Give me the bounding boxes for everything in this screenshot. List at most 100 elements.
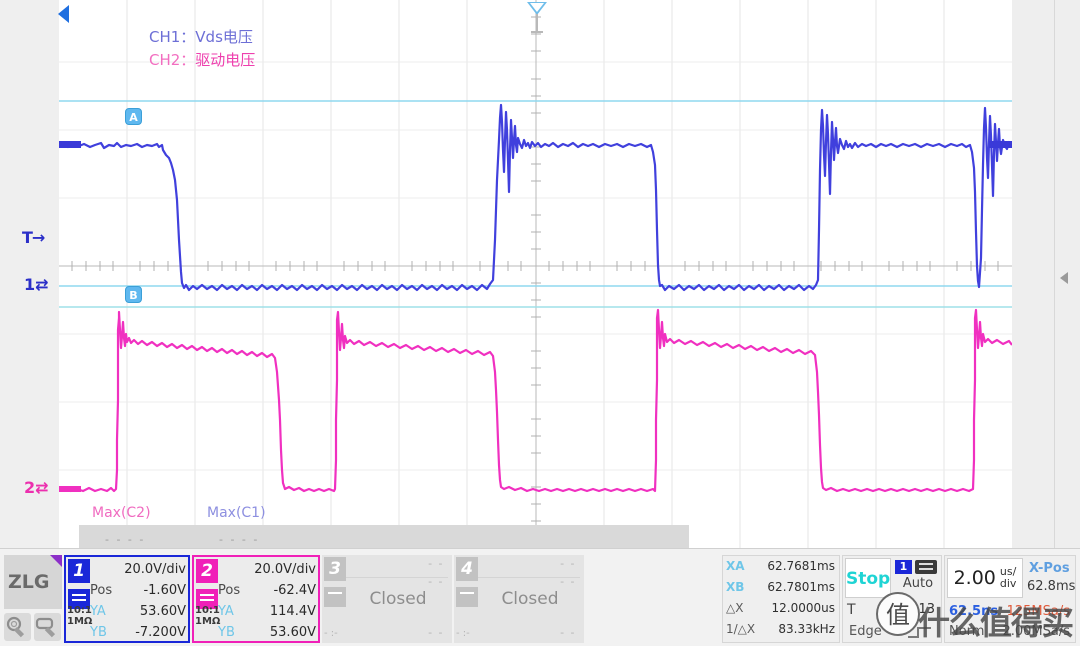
- channel-3-dash-2: - -: [428, 575, 444, 588]
- legend-ch1-prefix: CH1：: [149, 28, 196, 46]
- measurement-strip: Max(C2) Max(C1) - - - - - - - -: [59, 503, 1012, 548]
- channel-1-probe-info: 10:1 1MΩ: [67, 605, 93, 627]
- gutter-divider: [1054, 0, 1055, 548]
- channel-3-dash-1: - -: [428, 557, 444, 570]
- channel-3-dash-4: - -: [428, 626, 444, 639]
- channel-3-number[interactable]: 3: [324, 557, 346, 581]
- cursor-x-panel[interactable]: XA 62.7681ms XB 62.7801ms △X 12.0000us 1/△X…: [722, 555, 840, 643]
- trigger-level-key: T: [847, 602, 856, 618]
- channel-4-coupling-icon[interactable]: [456, 587, 478, 607]
- cursor-b-badge[interactable]: B: [125, 286, 142, 303]
- channel-2-scale: 20.0V/div: [254, 562, 316, 577]
- channel-1-probe-ratio: 10:1: [67, 605, 92, 616]
- legend-ch1-name: Vds电压: [195, 28, 253, 46]
- ch1-trace: [59, 103, 1012, 292]
- channel-2-probe-ratio: 10:1: [195, 605, 220, 616]
- left-triangle-icon[interactable]: [58, 5, 69, 23]
- channel-1-ya-value: 53.60V: [139, 604, 186, 619]
- trigger-panel[interactable]: Stop 1 Auto T 13 Edge: [842, 555, 942, 643]
- channel-2-yb-key: YB: [218, 625, 235, 640]
- channel-1-pos-key: Pos: [90, 583, 113, 598]
- trigger-position-stem: [536, 14, 538, 32]
- channel-1-number[interactable]: 1: [68, 559, 90, 583]
- channel-4-status: Closed: [501, 589, 559, 609]
- channel-1-ya-key: YA: [90, 604, 106, 619]
- zoom-probe-icon[interactable]: [4, 613, 31, 641]
- channel-2-panel[interactable]: 2 10:1 1MΩ 20.0V/div Pos -62.4V YA 114.4V …: [192, 555, 320, 643]
- status-bar: ZLG 1 10:1 1MΩ 20.0V/div Pos -1.60V YA 5…: [0, 548, 1080, 646]
- channel-1-impedance: 1MΩ: [67, 615, 93, 627]
- channel-4-panel[interactable]: 4 - - - - Closed - :- - -: [454, 555, 584, 643]
- rising-edge-icon[interactable]: [907, 624, 933, 638]
- channel-2-number[interactable]: 2: [196, 559, 218, 583]
- collapse-left-arrow-icon[interactable]: [1060, 272, 1068, 284]
- legend-ch2: CH2：驱动电压: [149, 49, 255, 72]
- measurement-values-box: [79, 525, 689, 548]
- brand-block: ZLG: [4, 555, 62, 643]
- legend-ch1: CH1：Vds电压: [149, 26, 255, 49]
- channel-1-yb-key: YB: [90, 625, 107, 640]
- trigger-mode[interactable]: Auto: [895, 576, 941, 591]
- trigger-source-badge[interactable]: 1: [895, 560, 912, 574]
- ch1-gnd-bar-left: [59, 141, 81, 148]
- timebase-value-box[interactable]: 2.00 us/ div: [947, 558, 1023, 598]
- trigger-position-marker-inner: [530, 3, 544, 12]
- dc-coupling-icon[interactable]: [915, 560, 937, 574]
- screen-capture-icon[interactable]: [34, 613, 61, 641]
- ch2-trace: [59, 308, 1012, 493]
- channel-4-dash-3: - :-: [456, 628, 470, 639]
- channel-4-number[interactable]: 4: [456, 557, 478, 581]
- ch1-gnd-bar-right: [989, 141, 1012, 148]
- measurement-label-max-c1[interactable]: Max(C1): [207, 505, 266, 521]
- right-panel-gutter: [1012, 0, 1080, 548]
- waveform-display[interactable]: A B CH1：Vds电压 CH2：驱动电压: [59, 0, 1012, 548]
- ch2-gnd-bar-left: [59, 486, 81, 492]
- channel-1-pos-value: -1.60V: [143, 583, 186, 598]
- channel-2-pos-key: Pos: [218, 583, 241, 598]
- measurement-value-c2: - - - -: [105, 533, 146, 546]
- channel-3-status: Closed: [369, 589, 427, 609]
- channel-1-panel[interactable]: 1 10:1 1MΩ 20.0V/div Pos -1.60V YA 53.60V …: [64, 555, 190, 643]
- timebase-panel[interactable]: 2.00 us/ div X-Pos 62.8ms 62.5ns 125MSa/…: [944, 555, 1076, 643]
- ch1-ground-marker[interactable]: 1⇄: [24, 275, 49, 294]
- channel-3-panel[interactable]: 3 - - - - Closed - :- - -: [322, 555, 452, 643]
- measurement-label-max-c2[interactable]: Max(C2): [92, 505, 151, 521]
- legend-ch2-prefix: CH2：: [149, 51, 196, 70]
- channel-2-impedance: 1MΩ: [195, 615, 221, 627]
- trigger-level-marker[interactable]: T→: [22, 228, 45, 247]
- channel-2-readout: 20.0V/div Pos-62.4V YA114.4V YB53.60V △Y…: [218, 559, 316, 646]
- cursor-invdx-key: 1/△X: [726, 622, 756, 636]
- timebase-unit: us/ div: [1000, 566, 1017, 589]
- channel-2-pos-value: -62.4V: [273, 583, 316, 598]
- cursor-a-badge[interactable]: A: [125, 108, 142, 125]
- cursor-xa-key: XA: [726, 559, 745, 573]
- memory-depth: 2.00MSa/s: [1002, 624, 1070, 639]
- zlg-logo: ZLG: [4, 555, 62, 609]
- left-marker-gutter: T→ 1⇄ 2⇄: [0, 0, 59, 548]
- channel-legend: CH1：Vds电压 CH2：驱动电压: [149, 26, 255, 73]
- channel-4-dash-4: - -: [560, 626, 576, 639]
- sample-rate: 125MSa/s: [1006, 604, 1070, 619]
- cursor-xb-key: XB: [726, 580, 745, 594]
- trigger-type[interactable]: Edge: [849, 624, 882, 639]
- timebase-value: 2.00: [953, 567, 996, 589]
- cursor-invdx-value: 83.33kHz: [778, 622, 835, 636]
- channel-1-scale: 20.0V/div: [124, 562, 186, 577]
- timebase-unit-bottom: div: [999, 577, 1017, 590]
- brand-text: ZLG: [8, 571, 50, 593]
- cursor-xb-value: 62.7801ms: [767, 580, 835, 594]
- waveform-traces: [59, 103, 1012, 493]
- cursor-dx-key: △X: [726, 601, 744, 615]
- measurement-value-c1: - - - -: [219, 533, 260, 546]
- cursor-dx-value: 12.0000us: [771, 601, 835, 615]
- acquisition-mode: Norm: [949, 624, 985, 639]
- cursor-xa-value: 62.7681ms: [767, 559, 835, 573]
- ch2-ground-marker[interactable]: 2⇄: [24, 478, 49, 497]
- channel-4-dash-2: - -: [560, 575, 576, 588]
- channel-2-ya-value: 114.4V: [269, 604, 316, 619]
- channel-3-coupling-icon[interactable]: [324, 587, 346, 607]
- xpos-key: X-Pos: [1029, 561, 1070, 576]
- run-stop-button[interactable]: Stop: [845, 558, 891, 598]
- sample-interval: 62.5ns: [949, 604, 999, 619]
- xpos-value: 62.8ms: [1027, 579, 1076, 594]
